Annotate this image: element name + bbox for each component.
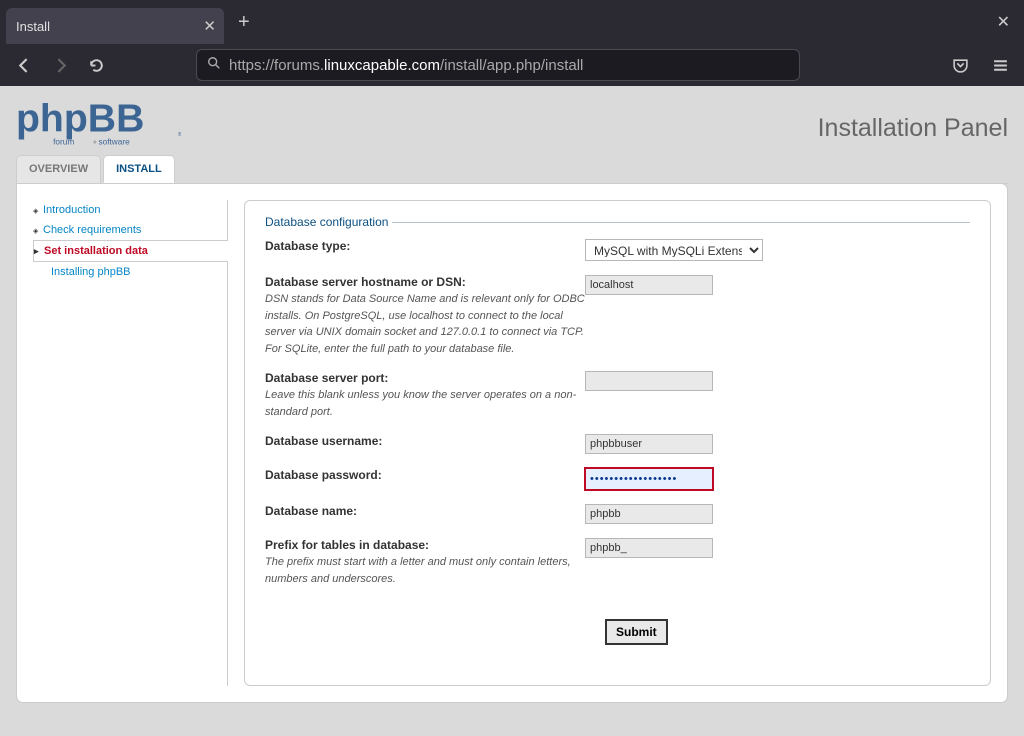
- input-dbport[interactable]: [585, 371, 713, 391]
- page-title: Installation Panel: [818, 114, 1008, 143]
- url-scheme-host: https://forums.: [229, 57, 324, 74]
- select-dbtype[interactable]: MySQL with MySQLi Extension: [585, 239, 763, 261]
- svg-text:phpBB: phpBB: [16, 98, 144, 141]
- back-button[interactable]: [8, 49, 40, 81]
- sidebar-item-check-requirements[interactable]: Check requirements: [33, 220, 227, 240]
- label-dbtype: Database type:: [265, 239, 350, 253]
- submit-button[interactable]: Submit: [605, 619, 668, 645]
- page-content: phpBB forum software ® Installation Pane…: [0, 86, 1024, 736]
- label-dbpass: Database password:: [265, 468, 382, 482]
- browser-tab-title: Install: [16, 19, 50, 34]
- menu-button[interactable]: [984, 49, 1016, 81]
- input-dbpass[interactable]: [585, 468, 713, 490]
- tab-overview[interactable]: OVERVIEW: [16, 155, 101, 183]
- reload-icon: [88, 57, 105, 74]
- url-bar[interactable]: https://forums.linuxcapable.com/install/…: [196, 49, 800, 81]
- browser-nav-bar: https://forums.linuxcapable.com/install/…: [0, 44, 1024, 86]
- input-dbname[interactable]: [585, 504, 713, 524]
- label-dbhost: Database server hostname or DSN:: [265, 275, 466, 289]
- sidebar: Introduction Check requirements Set inst…: [33, 200, 228, 686]
- label-dbuser: Database username:: [265, 434, 382, 448]
- hint-dbport: Leave this blank unless you know the ser…: [265, 387, 585, 420]
- main-panel: Introduction Check requirements Set inst…: [16, 183, 1008, 703]
- pocket-button[interactable]: [944, 49, 976, 81]
- browser-tab[interactable]: Install ✕: [6, 8, 224, 44]
- sidebar-item-installing-phpbb[interactable]: Installing phpBB: [33, 262, 227, 282]
- arrow-right-icon: [52, 57, 69, 74]
- url-text: https://forums.linuxcapable.com/install/…: [229, 57, 583, 74]
- input-dbprefix[interactable]: [585, 538, 713, 558]
- label-dbport: Database server port:: [265, 371, 388, 385]
- pocket-icon: [952, 57, 969, 74]
- url-domain: linuxcapable.com: [324, 57, 440, 74]
- tab-install[interactable]: INSTALL: [103, 155, 175, 183]
- hamburger-icon: [992, 57, 1009, 74]
- phpbb-logo: phpBB forum software ®: [16, 94, 181, 154]
- close-window-icon[interactable]: ✕: [989, 12, 1018, 32]
- input-dbhost[interactable]: [585, 275, 713, 295]
- search-icon: [207, 56, 221, 75]
- database-config-fieldset: Database configuration Database type: My…: [265, 215, 970, 601]
- label-dbname: Database name:: [265, 504, 357, 518]
- sidebar-item-introduction[interactable]: Introduction: [33, 200, 227, 220]
- content-area: Database configuration Database type: My…: [244, 200, 991, 686]
- browser-tab-bar: Install ✕ + ✕: [0, 0, 1024, 44]
- top-tabs: OVERVIEW INSTALL: [16, 155, 1008, 184]
- sidebar-item-set-installation-data[interactable]: Set installation data: [33, 240, 228, 262]
- svg-text:forum: forum: [53, 138, 74, 147]
- svg-text:®: ®: [178, 131, 181, 138]
- fieldset-legend: Database configuration: [265, 215, 392, 229]
- reload-button[interactable]: [80, 49, 112, 81]
- input-dbuser[interactable]: [585, 434, 713, 454]
- url-path: /install/app.php/install: [440, 57, 583, 74]
- new-tab-button[interactable]: +: [238, 11, 250, 34]
- arrow-left-icon: [16, 57, 33, 74]
- hint-dbhost: DSN stands for Data Source Name and is r…: [265, 291, 585, 357]
- label-dbprefix: Prefix for tables in database:: [265, 538, 429, 552]
- hint-dbprefix: The prefix must start with a letter and …: [265, 554, 585, 587]
- forward-button: [44, 49, 76, 81]
- close-tab-icon[interactable]: ✕: [203, 17, 216, 35]
- svg-text:software: software: [99, 138, 131, 147]
